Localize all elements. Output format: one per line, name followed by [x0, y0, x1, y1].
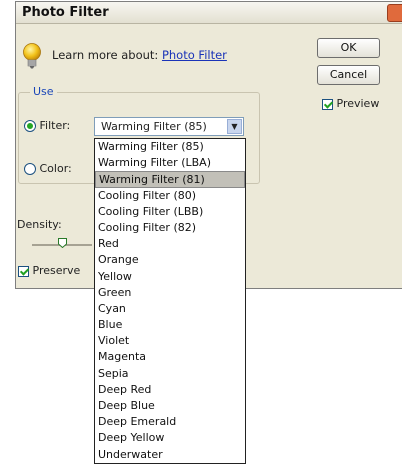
learn-more-prefix: Learn more about:	[52, 48, 159, 62]
filter-select[interactable]: Warming Filter (85) ▼	[94, 117, 244, 136]
filter-radio[interactable]	[24, 120, 36, 132]
ok-button[interactable]: OK	[317, 38, 380, 58]
dropdown-item[interactable]: Underwater	[95, 447, 245, 463]
dropdown-item[interactable]: Yellow	[95, 269, 245, 285]
dropdown-item[interactable]: Magenta	[95, 349, 245, 365]
filter-select-value: Warming Filter (85)	[101, 120, 207, 133]
dropdown-item[interactable]: Deep Emerald	[95, 414, 245, 430]
dropdown-item[interactable]: Deep Yellow	[95, 430, 245, 446]
dropdown-item[interactable]: Warming Filter (LBA)	[95, 155, 245, 171]
lightbulb-icon	[23, 43, 41, 69]
dropdown-item[interactable]: Deep Red	[95, 382, 245, 398]
filter-label: Filter:	[39, 119, 71, 132]
learn-more-text: Learn more about: Photo Filter	[52, 48, 227, 62]
preserve-label: Preserve	[32, 264, 81, 277]
filter-radio-row[interactable]: Filter:	[24, 119, 70, 132]
dropdown-item[interactable]: Deep Blue	[95, 398, 245, 414]
color-radio-row[interactable]: Color:	[24, 162, 72, 175]
preview-checkbox[interactable]	[322, 98, 333, 110]
title-bar: Photo Filter	[16, 2, 402, 24]
close-icon[interactable]	[387, 4, 402, 22]
dropdown-item[interactable]: Red	[95, 236, 245, 252]
color-radio[interactable]	[24, 163, 36, 175]
dropdown-item-highlighted[interactable]: Warming Filter (81)	[95, 171, 245, 188]
preserve-checkbox[interactable]	[18, 265, 29, 277]
preserve-luminosity-row[interactable]: Preserve	[18, 264, 80, 277]
photo-filter-help-link[interactable]: Photo Filter	[162, 48, 227, 62]
dropdown-item[interactable]: Cyan	[95, 301, 245, 317]
chevron-down-icon[interactable]: ▼	[227, 119, 242, 134]
dropdown-item[interactable]: Orange	[95, 252, 245, 268]
preview-label: Preview	[336, 97, 380, 110]
dropdown-item[interactable]: Violet	[95, 333, 245, 349]
dropdown-item[interactable]: Cooling Filter (82)	[95, 220, 245, 236]
dropdown-item[interactable]: Green	[95, 285, 245, 301]
filter-dropdown-list[interactable]: Warming Filter (85) Warming Filter (LBA)…	[94, 138, 246, 464]
dropdown-item[interactable]: Cooling Filter (LBB)	[95, 204, 245, 220]
dropdown-item[interactable]: Blue	[95, 317, 245, 333]
density-label: Density:	[17, 218, 62, 231]
color-label: Color:	[39, 162, 72, 175]
dropdown-item[interactable]: Cooling Filter (80)	[95, 188, 245, 204]
preview-checkbox-row[interactable]: Preview	[322, 97, 379, 110]
use-group-legend: Use	[30, 85, 57, 98]
dropdown-item[interactable]: Warming Filter (85)	[95, 139, 245, 155]
density-slider-thumb[interactable]	[58, 238, 67, 248]
dropdown-item[interactable]: Sepia	[95, 366, 245, 382]
window-title: Photo Filter	[22, 5, 109, 20]
cancel-button[interactable]: Cancel	[317, 65, 380, 85]
